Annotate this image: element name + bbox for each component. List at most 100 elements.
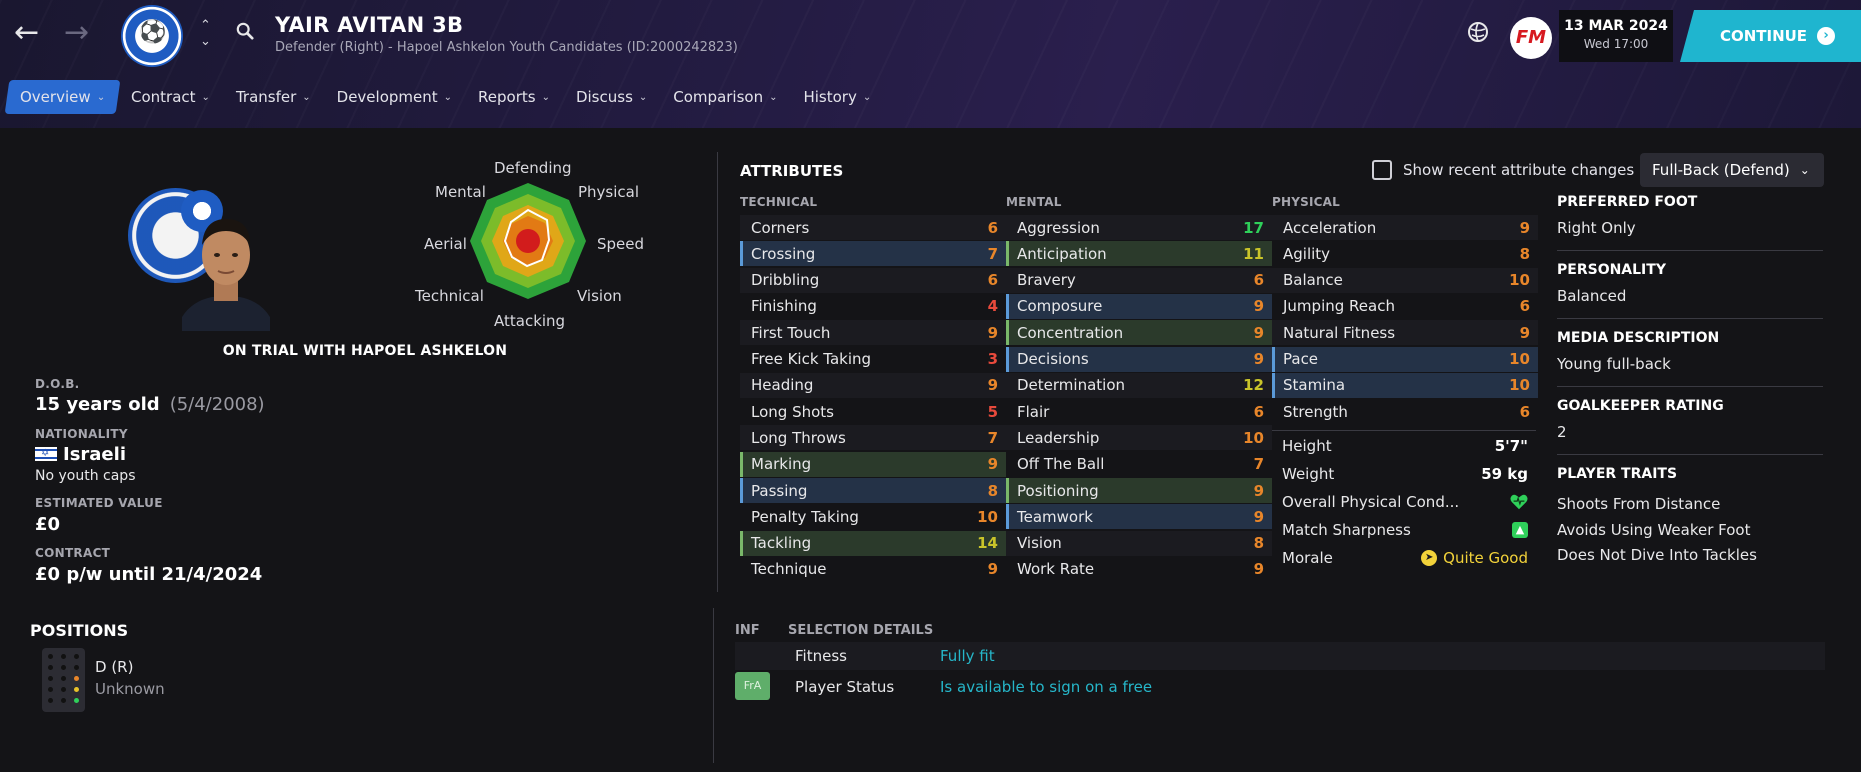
divider — [1557, 454, 1823, 455]
tab-contract[interactable]: Contract ⌄ — [118, 80, 223, 114]
forward-arrow-icon[interactable]: → — [64, 18, 89, 48]
contract-value[interactable]: £0 p/w until 21/4/2024 — [35, 564, 262, 585]
attribute-radar: Defending Physical Speed Vision Attackin… — [400, 152, 660, 336]
attribute-row-stamina[interactable]: Stamina 10 — [1272, 372, 1538, 398]
position-pitch-icon — [42, 648, 85, 712]
attribute-value: 8 — [1253, 534, 1264, 553]
attribute-row-free-kick-taking[interactable]: Free Kick Taking 3 — [740, 347, 1006, 372]
chevron-up-icon[interactable]: ⌃ — [200, 18, 211, 34]
pitch-dot — [61, 698, 66, 703]
attribute-row-determination[interactable]: Determination 12 — [1006, 372, 1272, 398]
attribute-name: Finishing — [751, 297, 817, 316]
attribute-name: Off The Ball — [1017, 455, 1105, 474]
attribute-name: Balance — [1283, 271, 1343, 290]
attribute-row-penalty-taking[interactable]: Penalty Taking 10 — [740, 504, 1006, 529]
attribute-row-technique[interactable]: Technique 9 — [740, 557, 1006, 582]
attribute-row-passing[interactable]: Passing 8 — [740, 478, 1006, 503]
attribute-row-concentration[interactable]: Concentration 9 — [1006, 320, 1272, 346]
tab-comparison[interactable]: Comparison ⌄ — [660, 80, 790, 114]
attribute-name: Long Throws — [751, 428, 846, 447]
attribute-row-corners[interactable]: Corners 6 — [740, 215, 1006, 240]
attribute-row-jumping-reach[interactable]: Jumping Reach 6 — [1272, 294, 1538, 319]
attribute-name: Passing — [751, 481, 808, 500]
personality-value: Balanced — [1557, 287, 1627, 305]
tab-discuss[interactable]: Discuss ⌄ — [563, 80, 660, 114]
attribute-row-first-touch[interactable]: First Touch 9 — [740, 320, 1006, 346]
date-display[interactable]: 13 MAR 2024 Wed 17:00 — [1559, 10, 1673, 62]
tab-overview[interactable]: Overview ⌄ — [4, 80, 121, 114]
preferred-foot-label: PREFERRED FOOT — [1557, 194, 1698, 210]
globe-icon[interactable] — [1466, 20, 1490, 44]
back-arrow-icon[interactable]: ← — [14, 18, 39, 48]
attribute-row-vision[interactable]: Vision 8 — [1006, 530, 1272, 556]
attribute-row-teamwork[interactable]: Teamwork 9 — [1006, 504, 1272, 530]
attribute-row-bravery[interactable]: Bravery 6 — [1006, 267, 1272, 293]
attribute-row-crossing[interactable]: Crossing 7 — [740, 241, 1006, 267]
attribute-row-finishing[interactable]: Finishing 4 — [740, 294, 1006, 319]
pitch-dot-highlight — [74, 676, 79, 681]
tab-development[interactable]: Development ⌄ — [324, 80, 465, 114]
attribute-row-leadership[interactable]: Leadership 10 — [1006, 425, 1272, 451]
pitch-dot — [48, 654, 53, 659]
attribute-row-pace[interactable]: Pace 10 — [1272, 346, 1538, 372]
youth-caps: No youth caps — [35, 468, 136, 484]
height-value: 5'7" — [1494, 437, 1528, 455]
tab-label: Overview — [20, 88, 91, 106]
attribute-row-off-the-ball[interactable]: Off The Ball 7 — [1006, 452, 1272, 477]
attribute-value: 9 — [1253, 350, 1264, 368]
player-stepper[interactable]: ⌃ ⌄ — [200, 18, 211, 50]
trait-item: Shoots From Distance — [1557, 495, 1721, 513]
panel-divider — [717, 152, 718, 592]
club-badge-icon[interactable] — [121, 5, 183, 67]
physical-heading: PHYSICAL — [1272, 195, 1340, 209]
continue-button[interactable]: CONTINUE › — [1680, 10, 1861, 62]
tab-label: Discuss — [575, 88, 633, 106]
morale-label: Morale — [1282, 549, 1333, 567]
fm-logo-icon[interactable]: FM — [1510, 17, 1552, 59]
attribute-row-agility[interactable]: Agility 8 — [1272, 241, 1538, 266]
condition-label: Overall Physical Cond... — [1282, 493, 1460, 511]
player-status-value[interactable]: Is available to sign on a free — [940, 678, 1152, 696]
attribute-row-flair[interactable]: Flair 6 — [1006, 399, 1272, 424]
attribute-row-strength[interactable]: Strength 6 — [1272, 399, 1538, 424]
attribute-row-balance[interactable]: Balance 10 — [1272, 267, 1538, 293]
attribute-row-decisions[interactable]: Decisions 9 — [1006, 346, 1272, 372]
tab-reports[interactable]: Reports ⌄ — [465, 80, 563, 114]
attribute-name: Teamwork — [1017, 507, 1093, 526]
attribute-name: Free Kick Taking — [751, 350, 872, 368]
attribute-row-tackling[interactable]: Tackling 14 — [740, 530, 1006, 556]
attribute-row-acceleration[interactable]: Acceleration 9 — [1272, 215, 1538, 240]
attribute-row-heading[interactable]: Heading 9 — [740, 372, 1006, 398]
attribute-name: Crossing — [751, 244, 816, 263]
attribute-value: 11 — [1243, 244, 1264, 263]
morale-row[interactable]: Morale ➤ Quite Good — [1282, 549, 1528, 567]
attribute-row-long-throws[interactable]: Long Throws 7 — [740, 425, 1006, 451]
attribute-name: Penalty Taking — [751, 507, 859, 526]
attribute-row-anticipation[interactable]: Anticipation 11 — [1006, 241, 1272, 267]
attribute-value: 8 — [1519, 244, 1530, 263]
search-icon[interactable] — [236, 22, 254, 40]
attribute-name: Positioning — [1017, 481, 1099, 500]
tab-transfer[interactable]: Transfer ⌄ — [223, 80, 324, 114]
chevron-down-icon[interactable]: ⌄ — [200, 34, 211, 50]
attribute-row-marking[interactable]: Marking 9 — [740, 451, 1006, 477]
recent-changes-checkbox[interactable] — [1372, 160, 1392, 180]
player-traits-label: PLAYER TRAITS — [1557, 466, 1678, 482]
condition-row: Overall Physical Cond... — [1282, 493, 1528, 511]
nationality-value[interactable]: Israeli — [35, 444, 126, 465]
attribute-row-natural-fitness[interactable]: Natural Fitness 9 — [1272, 320, 1538, 346]
tab-label: History — [803, 88, 857, 106]
height-label: Height — [1282, 437, 1332, 455]
attribute-row-long-shots[interactable]: Long Shots 5 — [740, 399, 1006, 424]
attribute-row-work-rate[interactable]: Work Rate 9 — [1006, 557, 1272, 582]
attribute-name: Composure — [1017, 297, 1103, 316]
attribute-row-aggression[interactable]: Aggression 17 — [1006, 215, 1272, 240]
attribute-value: 5 — [987, 402, 998, 421]
attribute-row-dribbling[interactable]: Dribbling 6 — [740, 267, 1006, 293]
recent-changes-label[interactable]: Show recent attribute changes — [1403, 161, 1634, 179]
attribute-row-composure[interactable]: Composure 9 — [1006, 293, 1272, 319]
attribute-row-positioning[interactable]: Positioning 9 — [1006, 478, 1272, 503]
role-select[interactable]: Full-Back (Defend) ⌄ — [1640, 153, 1824, 187]
tab-history[interactable]: History ⌄ — [790, 80, 884, 114]
pitch-dot — [48, 698, 53, 703]
